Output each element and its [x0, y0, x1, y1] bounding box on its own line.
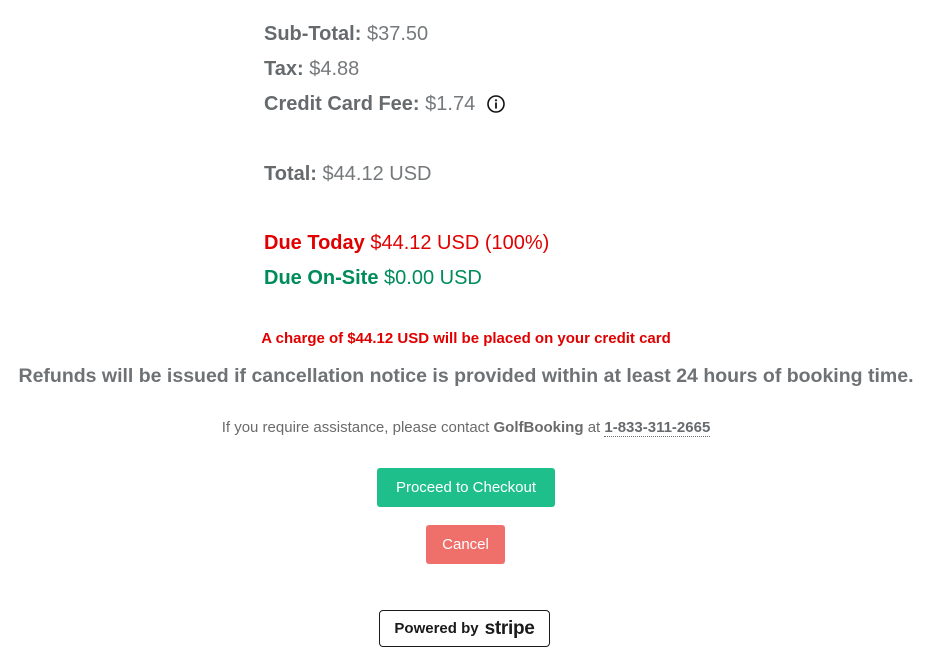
subtotal-label: Sub-Total:: [264, 23, 362, 45]
due-onsite-label: Due On-Site: [264, 267, 379, 289]
stripe-logo: stripe: [484, 617, 535, 639]
company-name: GolfBooking: [493, 419, 584, 436]
proceed-to-checkout-button[interactable]: Proceed to Checkout: [377, 468, 555, 507]
subtotal-value: $37.50: [366, 23, 429, 45]
total-value: $44.12 USD: [322, 163, 432, 185]
refund-policy-notice: Refunds will be issued if cancellation n…: [18, 365, 914, 387]
credit-card-fee-label: Credit Card Fee:: [264, 93, 420, 115]
total-label: Total:: [264, 163, 317, 185]
credit-card-fee-value: $1.74: [425, 93, 476, 115]
phone-link[interactable]: 1-833-311-2665: [604, 419, 711, 437]
assistance-line: If you require assistance, please contac…: [0, 419, 932, 437]
assistance-at: at: [587, 419, 601, 436]
cancel-button[interactable]: Cancel: [426, 525, 505, 564]
total-row: Total: $44.12 USD: [264, 160, 431, 188]
due-today-row: Due Today $44.12 USD (100%): [264, 229, 549, 257]
subtotal-row: Sub-Total: $37.50: [264, 20, 428, 48]
checkout-summary-page: Sub-Total: $37.50 Tax: $4.88 Credit Card…: [0, 0, 932, 670]
tax-label: Tax:: [264, 58, 304, 80]
credit-card-fee-row: Credit Card Fee: $1.74: [264, 90, 505, 121]
due-today-value: $44.12 USD (100%): [370, 232, 550, 254]
tax-row: Tax: $4.88: [264, 55, 359, 83]
due-today-label: Due Today: [264, 232, 365, 254]
due-onsite-row: Due On-Site $0.00 USD: [264, 264, 482, 292]
assistance-prefix: If you require assistance, please contac…: [221, 419, 490, 436]
info-circle-icon[interactable]: [486, 93, 505, 121]
charge-notice: A charge of $44.12 USD will be placed on…: [261, 330, 671, 347]
powered-by-label: Powered by: [394, 620, 479, 637]
powered-by-stripe-badge[interactable]: Powered by stripe: [379, 610, 550, 647]
due-onsite-value: $0.00 USD: [384, 267, 482, 289]
tax-value: $4.88: [309, 58, 360, 80]
